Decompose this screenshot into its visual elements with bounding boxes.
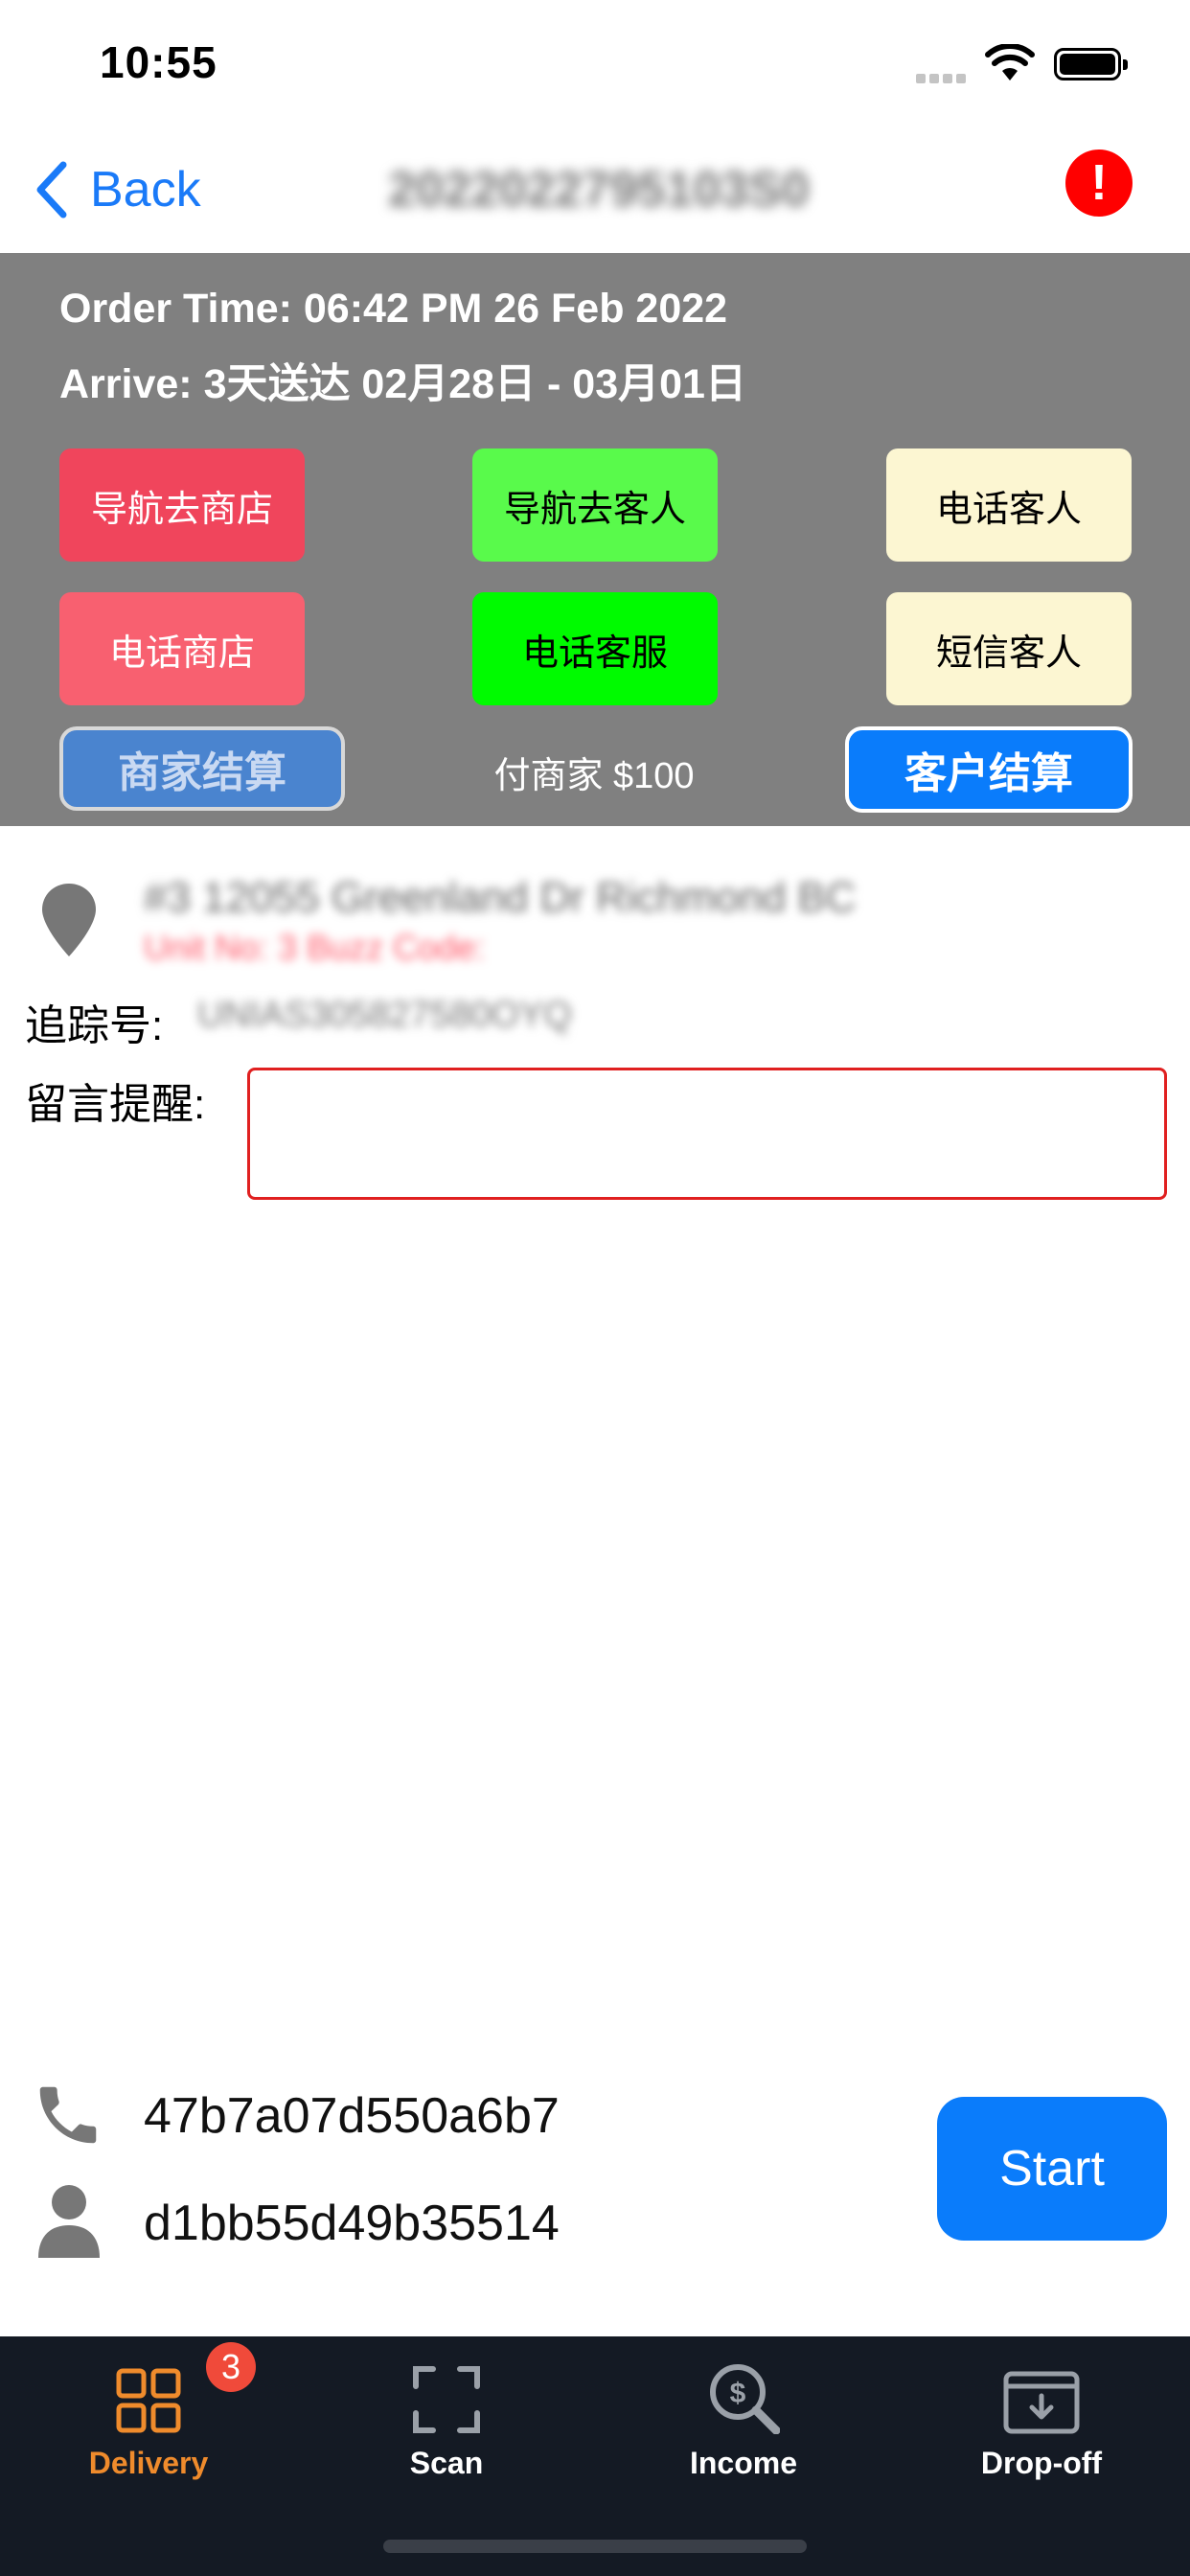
status-time: 10:55 (100, 37, 217, 87)
back-button[interactable]: Back (34, 159, 201, 220)
arrive-time: Arrive: 3天送达 02月28日 - 03月01日 (59, 361, 746, 407)
customer-settle-button[interactable]: 客户结算 (845, 726, 1133, 813)
navigate-to-customer-button[interactable]: 导航去客人 (472, 448, 718, 562)
tracking-label: 追踪号: (25, 1002, 164, 1049)
note-input[interactable] (247, 1068, 1167, 1200)
customer-name: d1bb55d49b35514 (144, 2196, 560, 2251)
back-label: Back (90, 162, 201, 218)
tab-dropoff-label: Drop-off (980, 2446, 1103, 2480)
phone-icon[interactable] (31, 2078, 105, 2157)
customer-phone[interactable]: 47b7a07d550a6b7 (144, 2087, 560, 2145)
delivery-count-badge: 3 (206, 2342, 256, 2392)
delivery-address[interactable]: #3 12055 Greenland Dr Richmond BC (144, 874, 857, 922)
tab-scan[interactable]: Scan (332, 2356, 561, 2481)
tab-delivery[interactable]: Delivery 3 (34, 2342, 263, 2481)
unit-buzz-info: Unit No: 3 Buzz Code: (144, 928, 486, 967)
dropoff-icon (927, 2356, 1156, 2434)
pay-merchant-amount: 付商家 $100 (493, 756, 695, 796)
home-indicator (383, 2540, 807, 2553)
call-support-button[interactable]: 电话客服 (472, 592, 718, 705)
cell-signal-icon (916, 71, 970, 88)
battery-icon (1054, 48, 1128, 80)
tab-income-label: Income (689, 2446, 798, 2480)
order-number-title: 2022022795103S0 (388, 162, 810, 218)
call-store-button[interactable]: 电话商店 (59, 592, 305, 705)
scan-icon (332, 2356, 561, 2434)
tab-delivery-label: Delivery (88, 2446, 209, 2480)
alert-icon[interactable]: ! (1065, 150, 1133, 217)
svg-text:$: $ (730, 2378, 746, 2409)
tab-scan-label: Scan (409, 2446, 484, 2480)
location-pin-icon (40, 882, 98, 963)
income-search-icon: $ (629, 2356, 858, 2434)
chevron-left-icon (36, 161, 67, 218)
navigate-to-store-button[interactable]: 导航去商店 (59, 448, 305, 562)
call-customer-button[interactable]: 电话客人 (886, 448, 1132, 562)
order-time: Order Time: 06:42 PM 26 Feb 2022 (59, 286, 728, 332)
tab-income[interactable]: $ Income (629, 2356, 858, 2481)
tracking-number: UNIAS305827580OYQ (197, 995, 572, 1035)
tab-dropoff[interactable]: Drop-off (927, 2356, 1156, 2481)
wifi-icon (985, 43, 1035, 87)
note-label: 留言提醒: (25, 1081, 206, 1128)
start-button[interactable]: Start (937, 2097, 1167, 2241)
sms-customer-button[interactable]: 短信客人 (886, 592, 1132, 705)
user-icon (36, 2183, 102, 2263)
merchant-settle-button[interactable]: 商家结算 (59, 726, 345, 811)
